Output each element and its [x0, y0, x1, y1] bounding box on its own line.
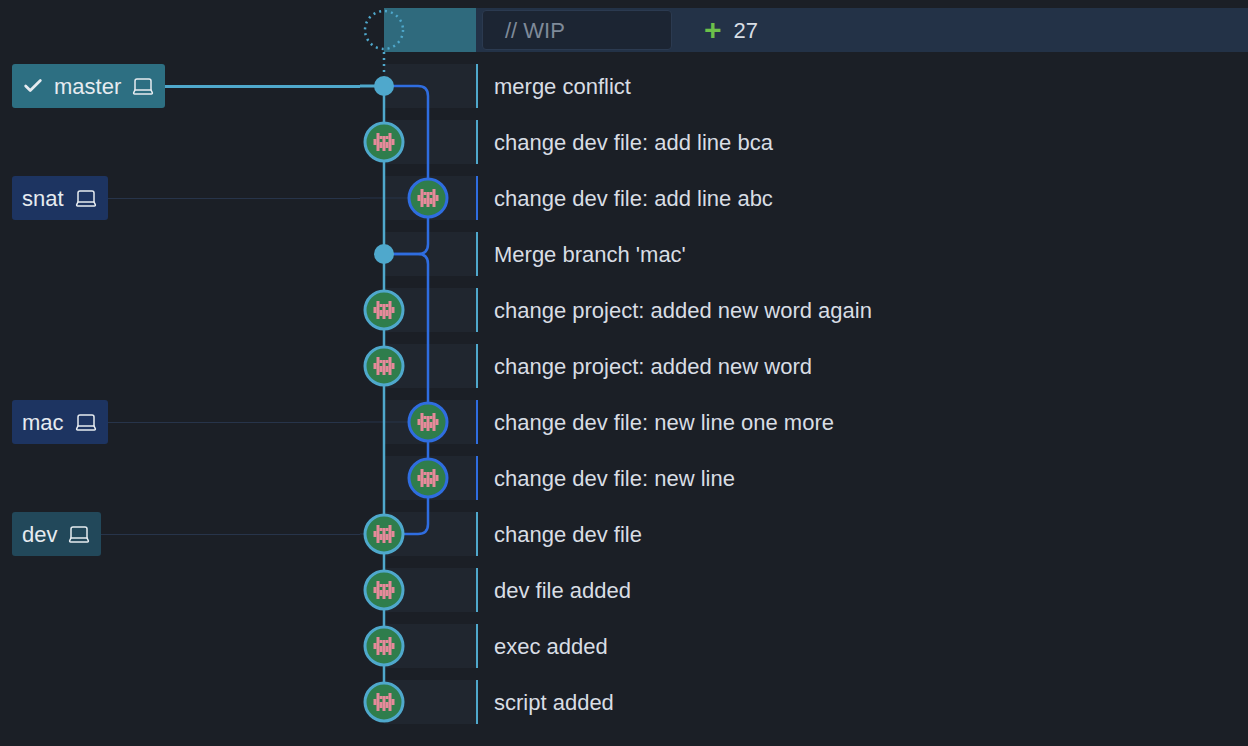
branch-name: mac	[22, 406, 64, 439]
avatar-icon[interactable]	[365, 347, 403, 385]
commit-message[interactable]: change dev file: add line bca	[476, 120, 1248, 164]
avatar-icon[interactable]	[365, 291, 403, 329]
commit-row[interactable]: snat change dev file: add line abc	[0, 170, 1248, 226]
commit-row[interactable]: change dev file: new line	[0, 450, 1248, 506]
wip-row[interactable]: // WIP +27	[0, 2, 1248, 58]
branch-connector	[108, 198, 360, 199]
commit-message[interactable]: change project: added new word	[476, 344, 1248, 388]
branch-name: snat	[22, 182, 64, 215]
graph-edge	[383, 310, 386, 366]
branch-label[interactable]: snat	[12, 176, 108, 220]
commit-message[interactable]: change dev file: new line one more	[476, 400, 1248, 444]
commit-message[interactable]: merge conflict	[476, 64, 1248, 108]
branch-connector	[360, 85, 384, 88]
check-icon	[22, 75, 44, 97]
added-icon: +	[704, 15, 722, 45]
commit-row[interactable]: mac change dev file: new line one more	[0, 394, 1248, 450]
graph-edge	[427, 422, 430, 478]
laptop-icon	[67, 522, 91, 546]
avatar-icon[interactable]	[365, 571, 403, 609]
graph-edge	[383, 646, 386, 702]
commit-graph	[360, 0, 476, 746]
branch-label[interactable]: master	[12, 64, 165, 108]
branch-name: master	[54, 70, 121, 103]
graph-edge	[383, 254, 386, 310]
commit-row[interactable]: exec added	[0, 618, 1248, 674]
avatar-icon[interactable]	[365, 627, 403, 665]
commit-message[interactable]: Merge branch 'mac'	[476, 232, 1248, 276]
branch-label[interactable]: dev	[12, 512, 101, 556]
laptop-icon	[74, 186, 98, 210]
avatar-icon[interactable]	[365, 515, 403, 553]
commit-row[interactable]: dev change dev file	[0, 506, 1248, 562]
branch-connector	[165, 85, 360, 88]
commit-row[interactable]: dev file added	[0, 562, 1248, 618]
graph-edge	[383, 142, 386, 254]
merge-node[interactable]	[374, 76, 394, 96]
commit-message[interactable]: dev file added	[476, 568, 1248, 612]
avatar-icon[interactable]	[365, 683, 403, 721]
laptop-icon	[74, 410, 98, 434]
graph-edge	[384, 86, 428, 198]
laptop-icon	[131, 74, 155, 98]
avatar-icon[interactable]	[365, 123, 403, 161]
merge-node[interactable]	[374, 244, 394, 264]
git-graph-app: // WIP +27 master merge conflict change dev …	[0, 0, 1248, 746]
wip-node[interactable]	[365, 11, 403, 49]
avatar-icon[interactable]	[409, 179, 447, 217]
graph-edge	[383, 590, 386, 646]
commit-message[interactable]: exec added	[476, 624, 1248, 668]
wip-edge	[383, 52, 386, 76]
commit-message[interactable]: script added	[476, 680, 1248, 724]
graph-edge	[383, 86, 386, 142]
commit-row[interactable]: script added	[0, 674, 1248, 730]
avatar-icon[interactable]	[409, 459, 447, 497]
graph-edge	[384, 254, 428, 422]
graph-edge	[384, 478, 428, 534]
graph-edge	[384, 198, 428, 254]
commit-row[interactable]: change project: added new word again	[0, 282, 1248, 338]
commit-message[interactable]: change project: added new word again	[476, 288, 1248, 332]
branch-label[interactable]: mac	[12, 400, 108, 444]
commit-row[interactable]: change project: added new word	[0, 338, 1248, 394]
commit-row[interactable]: change dev file: add line bca	[0, 114, 1248, 170]
branch-connector	[101, 534, 360, 535]
branch-connector	[360, 198, 428, 199]
branch-connector	[108, 422, 360, 423]
added-count: 27	[734, 14, 758, 47]
commit-message[interactable]: change dev file	[476, 512, 1248, 556]
commit-row[interactable]: Merge branch 'mac'	[0, 226, 1248, 282]
graph-edge	[383, 534, 386, 590]
commit-message[interactable]: change dev file: new line	[476, 456, 1248, 500]
branch-connector	[360, 422, 428, 423]
branch-name: dev	[22, 518, 57, 551]
avatar-icon[interactable]	[409, 403, 447, 441]
commit-message[interactable]: change dev file: add line abc	[476, 176, 1248, 220]
branch-connector	[360, 534, 384, 535]
graph-edge	[383, 366, 386, 534]
commit-row[interactable]: master merge conflict	[0, 58, 1248, 114]
wip-input[interactable]: // WIP	[482, 10, 672, 50]
